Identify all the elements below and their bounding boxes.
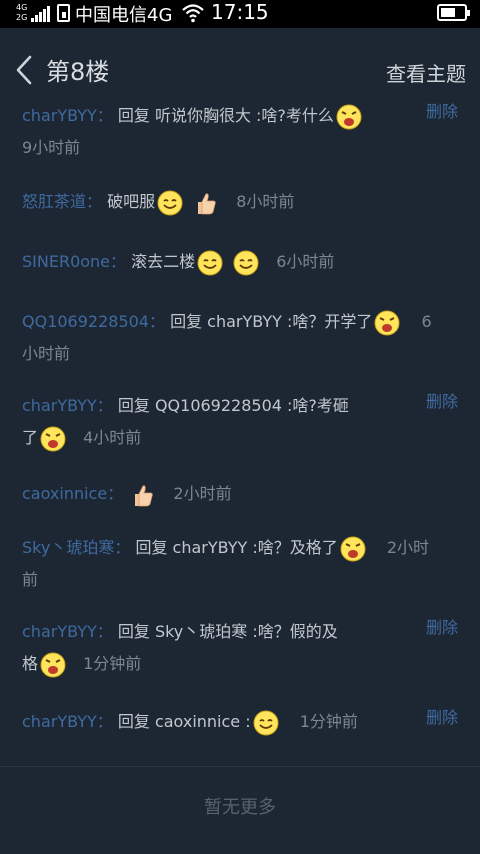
- list-item: charYBYY： 回复 QQ1069228504 :啥?考砸 了 4小时前 删…: [22, 390, 464, 454]
- sim-card-icon: [57, 4, 70, 22]
- list-item: 怒肛茶道： 破吧服 8小时前: [22, 186, 464, 218]
- thumbs-up-emoji-icon: [130, 482, 156, 508]
- reply-time: 9小时前: [22, 138, 81, 157]
- page-title: 第8楼: [46, 58, 110, 86]
- no-more-label: 暂无更多: [204, 797, 276, 818]
- username-link[interactable]: QQ1069228504: [22, 312, 149, 331]
- thumbs-up-emoji-icon: [193, 190, 219, 216]
- smile-emoji-icon: [197, 250, 223, 276]
- shouting-emoji-icon: [374, 310, 400, 336]
- username-link[interactable]: charYBYY: [22, 106, 97, 125]
- network-type-top: 4G: [16, 3, 28, 12]
- shouting-emoji-icon: [40, 652, 66, 678]
- reply-text: 回复 caoxinnice :: [117, 712, 251, 731]
- status-bar: 4G 2G 中国电信4G 17:15: [0, 0, 480, 28]
- list-item: Sky丶琥珀寒： 回复 charYBYY :啥？及格了 2小时 前: [22, 532, 464, 596]
- reply-text-continued: 格: [22, 654, 39, 673]
- reply-time: 2小时前: [173, 484, 232, 503]
- shouting-emoji-icon: [336, 104, 362, 130]
- delete-button[interactable]: 删除: [426, 96, 458, 128]
- delete-button[interactable]: 删除: [426, 386, 458, 418]
- username-link[interactable]: SINER0one: [22, 252, 110, 271]
- reply-time: 6小时前: [276, 252, 335, 271]
- reply-time: 8小时前: [236, 192, 295, 211]
- separator: ：: [86, 192, 103, 211]
- list-footer: 暂无更多: [0, 766, 480, 854]
- network-type-bottom: 2G: [16, 13, 28, 22]
- shouting-emoji-icon: [340, 536, 366, 562]
- reply-time-continued: 小时前: [22, 344, 71, 363]
- list-item: QQ1069228504： 回复 charYBYY :啥？开学了 6 小时前: [22, 306, 464, 370]
- carrier-name: 中国电信4G: [75, 5, 173, 26]
- separator: ：: [96, 106, 113, 125]
- delete-button[interactable]: 删除: [426, 612, 458, 644]
- username-link[interactable]: caoxinnice: [22, 484, 107, 503]
- smile-emoji-icon: [157, 190, 183, 216]
- reply-time-continued: 前: [22, 570, 39, 589]
- reply-list: charYBYY： 回复 听说你胸很大 :啥?考什么 9小时前 删除 怒肛茶道：…: [0, 102, 480, 764]
- signal-icon: [31, 4, 50, 22]
- reply-text: 回复 charYBYY :啥？及格了: [135, 538, 338, 557]
- list-item: charYBYY： 回复 听说你胸很大 :啥?考什么 9小时前 删除: [22, 100, 464, 164]
- smile-emoji-icon: [253, 710, 279, 736]
- reply-time: 1分钟前: [299, 712, 358, 731]
- separator: ：: [96, 622, 113, 641]
- separator: ：: [110, 252, 127, 271]
- reply-text: 破吧服: [107, 192, 156, 211]
- header-bar: 第8楼 查看主题: [0, 28, 480, 104]
- list-item: charYBYY： 回复 caoxinnice : 1分钟前 删除: [22, 706, 464, 738]
- reply-text: 回复 听说你胸很大 :啥?考什么: [117, 106, 334, 125]
- clock: 17:15: [211, 0, 269, 24]
- separator: ：: [107, 484, 124, 503]
- reply-text-continued: 了: [22, 428, 39, 447]
- shouting-emoji-icon: [40, 426, 66, 452]
- separator: ：: [148, 312, 165, 331]
- username-link[interactable]: 怒肛茶道: [22, 192, 86, 211]
- reply-text: 滚去二楼: [131, 252, 196, 271]
- reply-time: 6: [421, 312, 432, 331]
- list-item: caoxinnice： 2小时前: [22, 478, 464, 510]
- separator: ：: [96, 712, 113, 731]
- reply-text: 回复 Sky丶琥珀寒 :啥？假的及: [117, 622, 338, 641]
- smile-emoji-icon: [233, 250, 259, 276]
- separator: ：: [114, 538, 131, 557]
- delete-button[interactable]: 删除: [426, 702, 458, 734]
- list-item: charYBYY： 回复 Sky丶琥珀寒 :啥？假的及 格 1分钟前 删除: [22, 616, 464, 680]
- chevron-left-icon: [16, 55, 32, 84]
- username-link[interactable]: charYBYY: [22, 622, 97, 641]
- username-link[interactable]: charYBYY: [22, 396, 97, 415]
- username-link[interactable]: Sky丶琥珀寒: [22, 538, 114, 557]
- reply-time: 1分钟前: [83, 654, 142, 673]
- separator: ：: [96, 396, 113, 415]
- list-item: SINER0one： 滚去二楼 6小时前: [22, 246, 464, 278]
- reply-text: 回复 charYBYY :啥？开学了: [170, 312, 373, 331]
- network-labels: 4G 2G: [16, 3, 27, 23]
- reply-time: 4小时前: [83, 428, 142, 447]
- username-link[interactable]: charYBYY: [22, 712, 97, 731]
- reply-text: 回复 QQ1069228504 :啥?考砸: [117, 396, 349, 415]
- battery-icon: [437, 4, 470, 21]
- reply-time: 2小时: [386, 538, 430, 557]
- wifi-icon: [182, 4, 204, 23]
- view-topic-button[interactable]: 查看主题: [386, 58, 466, 87]
- back-button[interactable]: 第8楼: [12, 52, 109, 87]
